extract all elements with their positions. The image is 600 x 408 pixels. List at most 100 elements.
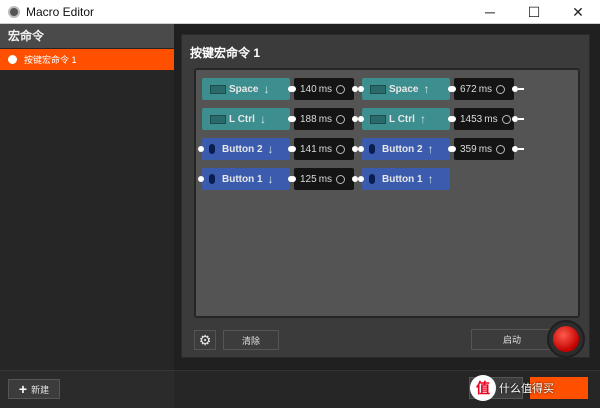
maximize-button[interactable]: ☐ <box>512 0 556 24</box>
mouse-icon <box>369 174 375 184</box>
delay-block[interactable]: 188 ms <box>290 108 358 130</box>
watermark: 值 什么值得买 <box>470 372 554 404</box>
main-area: 宏命令 按键宏命令 1 + 新建 按键宏命令 1 Space ↓ 140 ms Spac… <box>0 24 600 408</box>
new-button-label: 新建 <box>31 384 50 395</box>
delay-value: 140 <box>300 83 317 95</box>
clock-icon <box>336 114 346 124</box>
connector-tail <box>518 118 524 120</box>
macro-row: Space ↓ 140 ms Space ↑ 672 ms <box>202 78 572 100</box>
key-action-block[interactable]: L Ctrl ↑ <box>358 108 454 130</box>
delay-unit: ms <box>478 143 493 155</box>
action-label: Button 1 <box>222 173 263 185</box>
clock-icon <box>336 174 346 184</box>
key-action-block[interactable]: Space ↑ <box>358 78 454 100</box>
macro-row: Button 1 ↓ 125 ms Button 1 ↑ <box>198 168 572 190</box>
app-icon <box>8 5 20 18</box>
action-label: Button 2 <box>382 143 423 155</box>
connector-in <box>290 146 296 152</box>
action-label: Space <box>229 83 259 95</box>
key-action-block[interactable]: Space ↓ <box>202 78 294 100</box>
key-action-block[interactable]: L Ctrl ↓ <box>202 108 294 130</box>
mouse-action-block[interactable]: Button 1 ↑ <box>358 168 450 190</box>
delay-value: 1453 <box>460 113 483 125</box>
arrow-up-icon: ↑ <box>427 142 434 156</box>
delay-block[interactable]: 672 ms <box>450 78 524 100</box>
connector-in <box>290 116 296 122</box>
action-label: Button 1 <box>382 173 423 185</box>
minimize-button[interactable]: ─ <box>468 0 512 24</box>
delay-block[interactable]: 125 ms <box>290 168 358 190</box>
sidebar: 宏命令 按键宏命令 1 + 新建 <box>0 24 174 408</box>
record-button[interactable] <box>553 326 579 352</box>
connector-tail <box>518 88 524 90</box>
delay-value: 188 <box>300 113 317 125</box>
connector-in <box>198 146 204 152</box>
watermark-logo: 值 <box>470 375 496 401</box>
connector-in <box>358 86 364 92</box>
arrow-down-icon: ↓ <box>263 82 270 96</box>
keyboard-icon <box>370 84 386 94</box>
connector-in <box>450 146 456 152</box>
arrow-up-icon: ↑ <box>427 172 434 186</box>
delay-value: 125 <box>300 173 317 185</box>
mouse-icon <box>209 144 215 154</box>
macro-row: L Ctrl ↓ 188 ms L Ctrl ↑ 1453 ms <box>202 108 572 130</box>
mouse-action-block[interactable]: Button 1 ↓ <box>198 168 294 190</box>
clock-icon <box>336 84 346 94</box>
connector-in <box>358 146 364 152</box>
clear-button[interactable]: 清除 <box>223 330 279 350</box>
selected-radio-icon <box>8 55 17 64</box>
connector-in <box>358 176 364 182</box>
connector-tail <box>518 148 524 150</box>
macro-panel: 按键宏命令 1 Space ↓ 140 ms Space ↑ 672 ms L Ctrl ↓ 188… <box>181 34 590 358</box>
connector-in <box>290 86 296 92</box>
delay-block[interactable]: 359 ms <box>450 138 524 160</box>
arrow-down-icon: ↓ <box>267 172 274 186</box>
arrow-up-icon: ↑ <box>419 112 426 126</box>
delay-value: 672 <box>460 83 477 95</box>
mouse-icon <box>209 174 215 184</box>
sidebar-item-macro-1[interactable]: 按键宏命令 1 <box>0 49 174 70</box>
action-label: L Ctrl <box>229 113 255 125</box>
start-button[interactable]: 启动 <box>471 329 553 350</box>
action-label: L Ctrl <box>389 113 415 125</box>
arrow-up-icon: ↑ <box>423 82 430 96</box>
clock-icon <box>496 84 506 94</box>
keyboard-icon <box>370 114 386 124</box>
connector-in <box>358 116 364 122</box>
close-button[interactable]: ✕ <box>556 0 600 24</box>
macro-canvas[interactable]: Space ↓ 140 ms Space ↑ 672 ms L Ctrl ↓ 188 ms L Ctrl… <box>194 68 580 318</box>
delay-block[interactable]: 140 ms <box>290 78 358 100</box>
panel-title: 按键宏命令 1 <box>190 46 261 60</box>
plus-icon: + <box>18 381 28 397</box>
new-macro-button[interactable]: + 新建 <box>8 379 60 399</box>
keyboard-icon <box>210 84 226 94</box>
delay-unit: ms <box>318 143 333 155</box>
clock-icon <box>501 114 511 124</box>
mouse-action-block[interactable]: Button 2 ↓ <box>198 138 294 160</box>
delay-unit: ms <box>318 113 333 125</box>
sidebar-footer: + 新建 <box>0 370 174 408</box>
keyboard-icon <box>210 114 226 124</box>
macro-row: Button 2 ↓ 141 ms Button 2 ↑ 359 ms <box>198 138 572 160</box>
connector-in <box>290 176 296 182</box>
window-title: Macro Editor <box>26 4 95 19</box>
connector-in <box>450 116 456 122</box>
delay-value: 359 <box>460 143 477 155</box>
delay-unit: ms <box>484 113 498 125</box>
connector-in <box>450 86 456 92</box>
sidebar-item-label: 按键宏命令 1 <box>24 55 77 65</box>
arrow-down-icon: ↓ <box>267 142 274 156</box>
settings-button[interactable]: ⚙ <box>194 330 216 350</box>
watermark-text: 什么值得买 <box>499 383 554 395</box>
delay-unit: ms <box>318 173 333 185</box>
clock-icon <box>496 144 506 154</box>
delay-block[interactable]: 1453 ms <box>450 108 524 130</box>
sidebar-header: 宏命令 <box>0 24 174 48</box>
delay-unit: ms <box>478 83 493 95</box>
delay-block[interactable]: 141 ms <box>290 138 358 160</box>
action-label: Button 2 <box>222 143 263 155</box>
gear-icon: ⚙ <box>198 331 212 348</box>
action-label: Space <box>389 83 419 95</box>
mouse-action-block[interactable]: Button 2 ↑ <box>358 138 454 160</box>
